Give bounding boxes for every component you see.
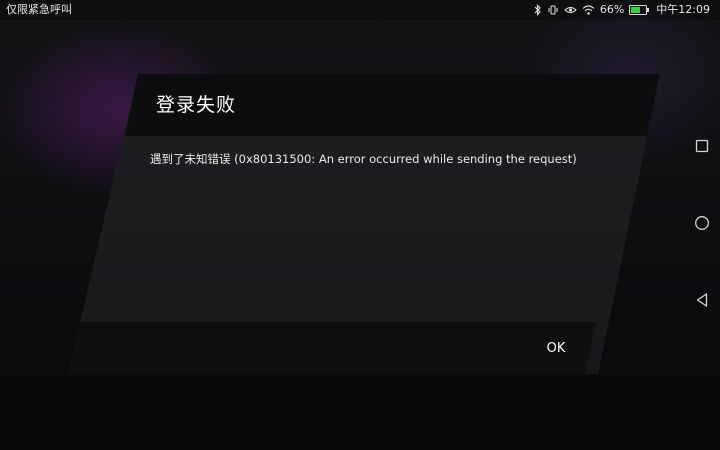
emergency-calls-only-label: 仅限紧急呼叫	[6, 3, 72, 16]
wifi-icon	[582, 0, 595, 20]
vibrate-icon	[547, 0, 559, 20]
status-icons: 66% 中午12:09	[534, 0, 710, 20]
home-button[interactable]	[690, 213, 714, 237]
home-icon	[694, 215, 710, 235]
back-icon	[695, 292, 709, 312]
clock: 中午12:09	[656, 3, 710, 16]
battery-percent: 66%	[599, 3, 625, 16]
navigation-bar	[684, 20, 720, 450]
status-bar: 仅限紧急呼叫 66% 中午12:09	[0, 0, 720, 20]
recent-apps-button[interactable]	[690, 135, 714, 159]
back-button[interactable]	[690, 290, 714, 314]
ok-button[interactable]: OK	[536, 336, 576, 362]
bluetooth-icon	[534, 0, 542, 20]
eye-comfort-icon	[564, 0, 577, 20]
recent-apps-icon	[695, 138, 709, 157]
screen: 仅限紧急呼叫 66% 中午12:09 登录失败 遇到了未知错误 (0x80131…	[0, 0, 720, 450]
battery-fill	[631, 7, 641, 13]
dialog-title: 登录失败	[156, 94, 237, 116]
battery-icon	[629, 0, 650, 20]
dialog-message: 遇到了未知错误 (0x80131500: An error occurred w…	[150, 152, 577, 166]
